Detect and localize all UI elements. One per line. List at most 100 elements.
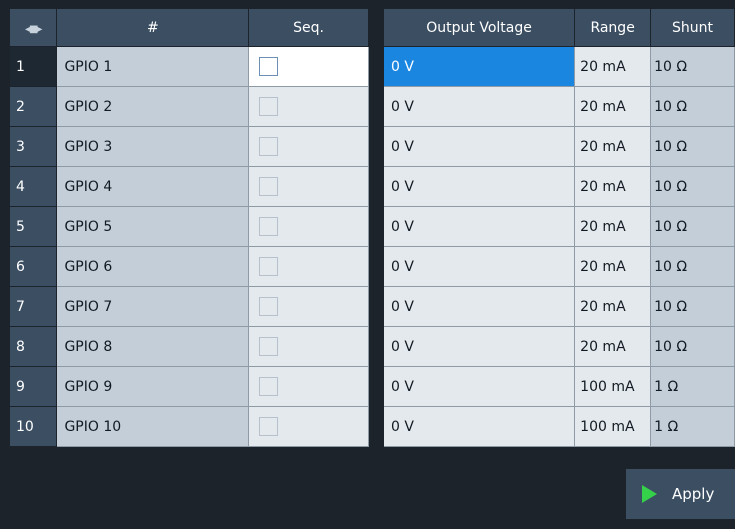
range-cell[interactable]: 20 mA xyxy=(574,326,652,367)
channel-name-cell[interactable]: GPIO 3 xyxy=(56,126,250,167)
column-resize-icon[interactable]: ◂■▸ xyxy=(25,24,42,35)
seq-checkbox[interactable] xyxy=(259,97,279,116)
seq-cell[interactable] xyxy=(248,86,369,127)
row-number[interactable]: 2 xyxy=(10,86,58,127)
range-cell[interactable]: 20 mA xyxy=(574,126,652,167)
seq-cell[interactable] xyxy=(248,166,369,207)
table-row[interactable]: 10 GPIO 10 xyxy=(10,406,369,447)
table-row[interactable]: 2 GPIO 2 xyxy=(10,86,369,127)
seq-cell[interactable] xyxy=(248,406,369,447)
shunt-cell[interactable]: 10 Ω xyxy=(650,166,735,207)
table-row[interactable]: 0 V 20 mA 10 Ω xyxy=(384,86,735,127)
header-shunt[interactable]: Shunt xyxy=(650,9,735,47)
table-row[interactable]: 4 GPIO 4 xyxy=(10,166,369,207)
range-cell[interactable]: 20 mA xyxy=(574,206,652,247)
seq-checkbox[interactable] xyxy=(259,297,279,316)
apply-button[interactable]: Apply xyxy=(626,469,735,519)
seq-cell[interactable] xyxy=(248,246,369,287)
output-voltage-cell[interactable]: 0 V xyxy=(384,246,576,287)
shunt-cell[interactable]: 10 Ω xyxy=(650,246,735,287)
seq-checkbox[interactable] xyxy=(259,137,279,156)
shunt-cell[interactable]: 10 Ω xyxy=(650,326,735,367)
channel-name-cell[interactable]: GPIO 9 xyxy=(56,366,250,407)
row-number[interactable]: 5 xyxy=(10,206,58,247)
table-row[interactable]: 0 V 20 mA 10 Ω xyxy=(384,46,735,87)
channel-name-cell[interactable]: GPIO 4 xyxy=(56,166,250,207)
seq-checkbox[interactable] xyxy=(259,177,279,196)
table-row[interactable]: 0 V 100 mA 1 Ω xyxy=(384,366,735,407)
seq-cell[interactable] xyxy=(248,286,369,327)
range-cell[interactable]: 20 mA xyxy=(574,46,652,87)
channel-name-cell[interactable]: GPIO 7 xyxy=(56,286,250,327)
seq-cell[interactable] xyxy=(248,366,369,407)
range-cell[interactable]: 20 mA xyxy=(574,86,652,127)
seq-checkbox[interactable] xyxy=(259,217,279,236)
header-seq[interactable]: Seq. xyxy=(248,9,369,47)
table-row[interactable]: 9 GPIO 9 xyxy=(10,366,369,407)
output-voltage-cell[interactable]: 0 V xyxy=(384,406,576,447)
channel-name-table-pane: ◂■▸ # Seq. 1 GPIO 1 2 GPIO 2 3 GPIO 3 4 GPIO 45… xyxy=(10,9,369,447)
table-row[interactable]: 0 V 100 mA 1 Ω xyxy=(384,406,735,447)
output-voltage-cell[interactable]: 0 V xyxy=(384,326,576,367)
output-voltage-cell[interactable]: 0 V xyxy=(384,286,576,327)
channel-name-cell[interactable]: GPIO 10 xyxy=(56,406,250,447)
row-number[interactable]: 10 xyxy=(10,406,58,447)
range-cell[interactable]: 20 mA xyxy=(574,166,652,207)
shunt-cell[interactable]: 10 Ω xyxy=(650,46,735,87)
row-number[interactable]: 7 xyxy=(10,286,58,327)
table-row[interactable]: 0 V 20 mA 10 Ω xyxy=(384,166,735,207)
row-number[interactable]: 6 xyxy=(10,246,58,287)
range-cell[interactable]: 20 mA xyxy=(574,246,652,287)
table-row[interactable]: 0 V 20 mA 10 Ω xyxy=(384,126,735,167)
seq-cell[interactable] xyxy=(248,126,369,167)
column-resize-header[interactable]: ◂■▸ xyxy=(10,9,58,47)
range-cell[interactable]: 20 mA xyxy=(574,286,652,327)
seq-cell[interactable] xyxy=(248,326,369,367)
channel-name-cell[interactable]: GPIO 2 xyxy=(56,86,250,127)
seq-checkbox[interactable] xyxy=(259,377,279,396)
table-row[interactable]: 0 V 20 mA 10 Ω xyxy=(384,246,735,287)
channel-name-cell[interactable]: GPIO 1 xyxy=(56,46,250,87)
channel-name-cell[interactable]: GPIO 6 xyxy=(56,246,250,287)
shunt-cell[interactable]: 1 Ω xyxy=(650,366,735,407)
table-row[interactable]: 8 GPIO 8 xyxy=(10,326,369,367)
range-cell[interactable]: 100 mA xyxy=(574,366,652,407)
table-row[interactable]: 5 GPIO 5 xyxy=(10,206,369,247)
table-row[interactable]: 0 V 20 mA 10 Ω xyxy=(384,286,735,327)
table-row[interactable]: 3 GPIO 3 xyxy=(10,126,369,167)
range-cell[interactable]: 100 mA xyxy=(574,406,652,447)
channel-name-cell[interactable]: GPIO 5 xyxy=(56,206,250,247)
shunt-cell[interactable]: 10 Ω xyxy=(650,286,735,327)
seq-checkbox[interactable] xyxy=(259,57,279,76)
output-voltage-cell[interactable]: 0 V xyxy=(384,46,576,87)
output-voltage-cell[interactable]: 0 V xyxy=(384,86,576,127)
row-number[interactable]: 9 xyxy=(10,366,58,407)
shunt-cell[interactable]: 1 Ω xyxy=(650,406,735,447)
row-number[interactable]: 4 xyxy=(10,166,58,207)
output-voltage-cell[interactable]: 0 V xyxy=(384,206,576,247)
channel-name-cell[interactable]: GPIO 8 xyxy=(56,326,250,367)
seq-cell[interactable] xyxy=(248,46,369,87)
output-voltage-cell[interactable]: 0 V xyxy=(384,126,576,167)
row-number[interactable]: 8 xyxy=(10,326,58,367)
table-row[interactable]: 1 GPIO 1 xyxy=(10,46,369,87)
shunt-cell[interactable]: 10 Ω xyxy=(650,126,735,167)
seq-cell[interactable] xyxy=(248,206,369,247)
header-output-voltage[interactable]: Output Voltage xyxy=(384,9,576,47)
row-number[interactable]: 3 xyxy=(10,126,58,167)
output-voltage-cell[interactable]: 0 V xyxy=(384,166,576,207)
table-row[interactable]: 0 V 20 mA 10 Ω xyxy=(384,206,735,247)
shunt-cell[interactable]: 10 Ω xyxy=(650,206,735,247)
table-row[interactable]: 6 GPIO 6 xyxy=(10,246,369,287)
table-row[interactable]: 0 V 20 mA 10 Ω xyxy=(384,326,735,367)
header-range[interactable]: Range xyxy=(574,9,652,47)
channel-values-table-pane: Output Voltage Range Shunt 0 V 20 mA 10 Ω0… xyxy=(384,9,735,447)
seq-checkbox[interactable] xyxy=(259,337,279,356)
shunt-cell[interactable]: 10 Ω xyxy=(650,86,735,127)
seq-checkbox[interactable] xyxy=(259,257,279,276)
row-number[interactable]: 1 xyxy=(10,46,58,87)
seq-checkbox[interactable] xyxy=(259,417,279,436)
header-number[interactable]: # xyxy=(56,9,250,47)
output-voltage-cell[interactable]: 0 V xyxy=(384,366,576,407)
table-row[interactable]: 7 GPIO 7 xyxy=(10,286,369,327)
